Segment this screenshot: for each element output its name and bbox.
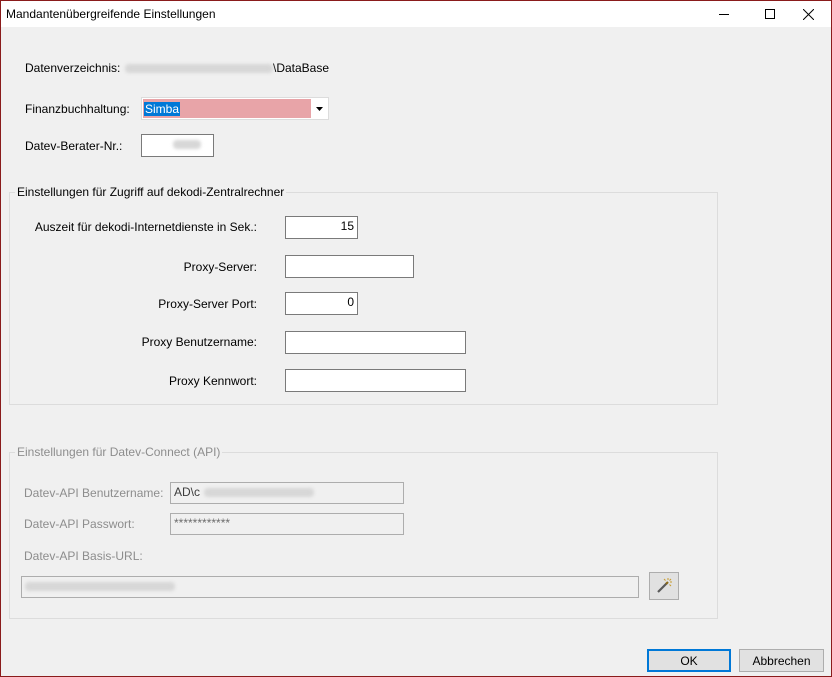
proxy-port-label: Proxy-Server Port: bbox=[158, 297, 257, 311]
chevron-down-icon bbox=[316, 106, 323, 111]
datenverzeichnis-suffix: \DataBase bbox=[273, 61, 330, 75]
title-bar: Mandantenübergreifende Einstellungen bbox=[1, 1, 831, 27]
proxy-pass-input[interactable] bbox=[285, 369, 466, 392]
close-icon bbox=[802, 8, 814, 20]
timeout-label: Auszeit für dekodi-Internetdienste in Se… bbox=[34, 220, 257, 234]
datev-user-prefix: AD\c bbox=[174, 485, 201, 499]
proxy-server-input[interactable] bbox=[285, 255, 414, 278]
redacted-berater bbox=[173, 140, 201, 150]
maximize-icon bbox=[765, 9, 775, 19]
datev-connect-group-title: Einstellungen für Datev-Connect (API) bbox=[15, 445, 223, 459]
datenverzeichnis-value: \DataBase bbox=[125, 61, 329, 75]
minimize-icon bbox=[719, 14, 729, 15]
finanzbuchhaltung-label: Finanzbuchhaltung: bbox=[25, 102, 130, 116]
proxy-pass-label: Proxy Kennwort: bbox=[168, 374, 257, 388]
datev-user-label: Datev-API Benutzername: bbox=[24, 486, 164, 500]
redacted-username bbox=[204, 488, 315, 498]
redacted-path bbox=[125, 64, 273, 74]
datev-user-input[interactable]: AD\c bbox=[170, 482, 404, 504]
finanzbuchhaltung-selected-value: Simba bbox=[144, 102, 181, 116]
proxy-user-input[interactable] bbox=[285, 331, 466, 354]
magic-wand-icon bbox=[657, 578, 672, 593]
proxy-port-input[interactable]: 0 bbox=[285, 292, 358, 315]
ok-button[interactable]: OK bbox=[647, 649, 731, 672]
datev-pass-input[interactable]: ************ bbox=[170, 513, 404, 535]
datev-url-label: Datev-API Basis-URL: bbox=[24, 549, 143, 563]
datev-pass-label: Datev-API Passwort: bbox=[24, 517, 135, 531]
close-button[interactable] bbox=[785, 1, 831, 27]
finanzbuchhaltung-select[interactable]: Simba bbox=[141, 97, 329, 120]
minimize-button[interactable] bbox=[701, 1, 747, 27]
cancel-button[interactable]: Abbrechen bbox=[739, 649, 824, 672]
proxy-server-label: Proxy-Server: bbox=[183, 260, 257, 274]
berater-label: Datev-Berater-Nr.: bbox=[25, 139, 123, 153]
finanzbuchhaltung-field[interactable]: Simba bbox=[143, 99, 311, 118]
dropdown-button[interactable] bbox=[311, 98, 328, 119]
berater-input[interactable] bbox=[141, 134, 214, 157]
zentralrechner-group-title: Einstellungen für Zugriff auf dekodi-Zen… bbox=[15, 185, 287, 199]
window-title: Mandantenübergreifende Einstellungen bbox=[6, 7, 216, 21]
redacted-url bbox=[25, 582, 175, 592]
settings-dialog: Mandantenübergreifende Einstellungen Dat… bbox=[0, 0, 832, 677]
datenverzeichnis-label: Datenverzeichnis: bbox=[25, 61, 121, 75]
datev-url-input[interactable] bbox=[21, 576, 639, 598]
proxy-user-label: Proxy Benutzername: bbox=[141, 335, 257, 349]
timeout-input[interactable]: 15 bbox=[285, 216, 358, 239]
url-wizard-button[interactable] bbox=[649, 572, 679, 600]
